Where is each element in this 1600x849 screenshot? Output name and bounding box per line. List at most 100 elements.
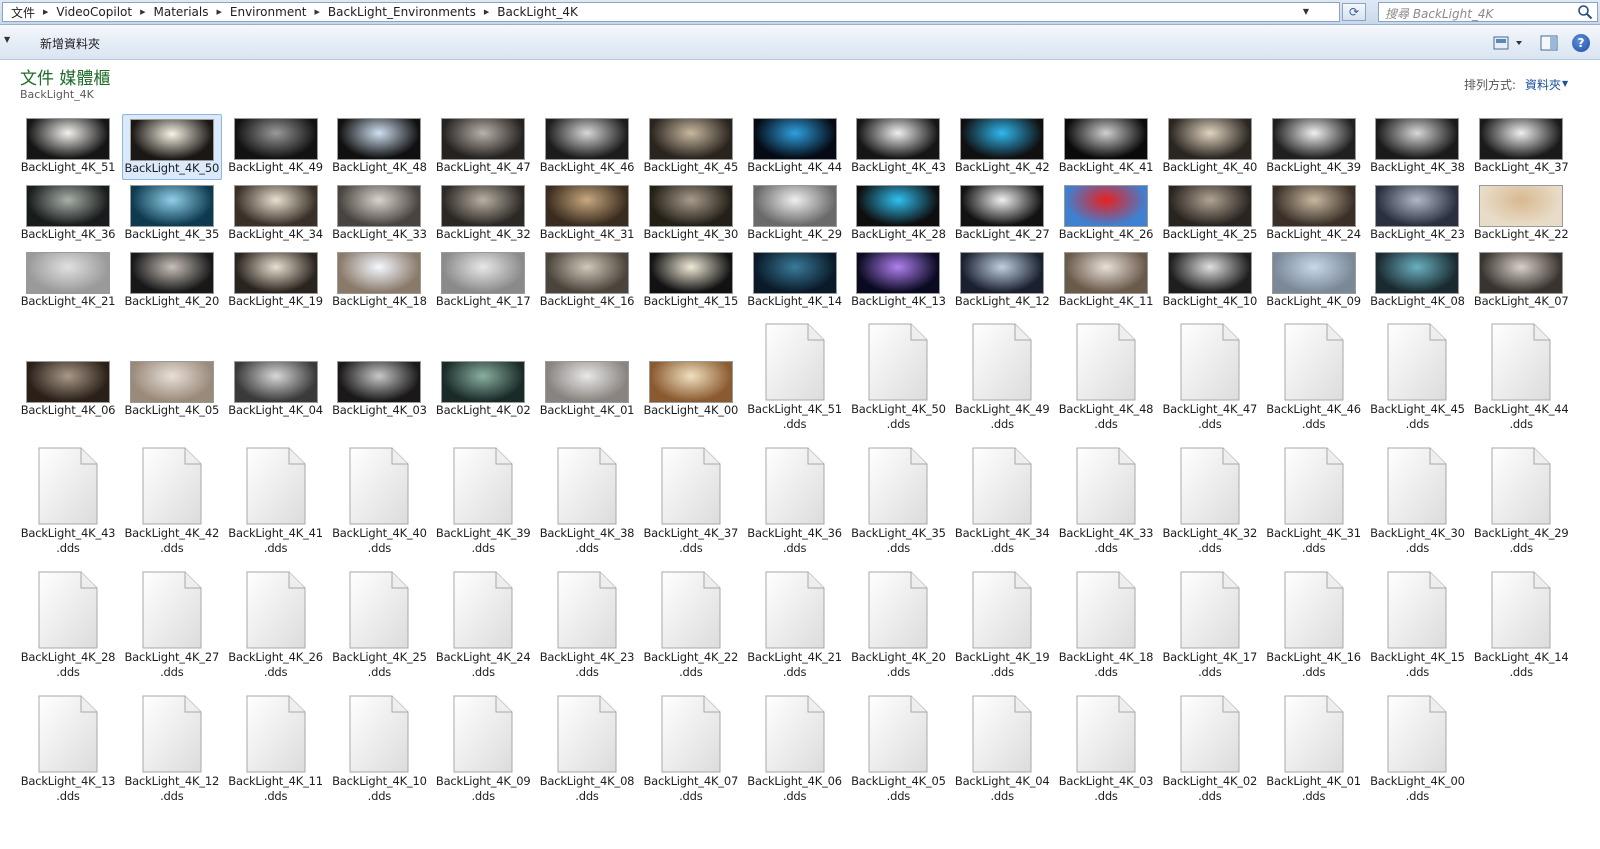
dds-file-item[interactable]: BackLight_4K_10 .dds: [329, 694, 429, 804]
dds-file-item[interactable]: BackLight_4K_17 .dds: [1160, 570, 1260, 680]
dds-file-item[interactable]: BackLight_4K_42 .dds: [122, 446, 222, 556]
image-file-item[interactable]: BackLight_4K_10: [1160, 248, 1260, 314]
image-file-item[interactable]: BackLight_4K_42: [952, 114, 1052, 180]
dds-file-item[interactable]: BackLight_4K_37 .dds: [641, 446, 741, 556]
dds-file-item[interactable]: BackLight_4K_40 .dds: [329, 446, 429, 556]
dds-file-item[interactable]: BackLight_4K_23 .dds: [537, 570, 637, 680]
dds-file-item[interactable]: BackLight_4K_19 .dds: [952, 570, 1052, 680]
image-file-item[interactable]: BackLight_4K_26: [1056, 181, 1156, 247]
chevron-down-icon[interactable]: ▼: [4, 35, 10, 44]
image-file-item[interactable]: BackLight_4K_48: [329, 114, 429, 180]
dds-file-item[interactable]: BackLight_4K_02 .dds: [1160, 694, 1260, 804]
image-file-item[interactable]: BackLight_4K_00: [641, 357, 741, 423]
image-file-item[interactable]: BackLight_4K_41: [1056, 114, 1156, 180]
image-file-item[interactable]: BackLight_4K_16: [537, 248, 637, 314]
image-file-item[interactable]: BackLight_4K_14: [745, 248, 845, 314]
dds-file-item[interactable]: BackLight_4K_51 .dds: [745, 322, 845, 432]
dds-file-item[interactable]: BackLight_4K_39 .dds: [433, 446, 533, 556]
image-file-item[interactable]: BackLight_4K_15: [641, 248, 741, 314]
image-file-item[interactable]: BackLight_4K_05: [122, 357, 222, 423]
image-file-item[interactable]: BackLight_4K_34: [226, 181, 326, 247]
dds-file-item[interactable]: BackLight_4K_06 .dds: [745, 694, 845, 804]
image-file-item[interactable]: BackLight_4K_37: [1471, 114, 1571, 180]
image-file-item[interactable]: BackLight_4K_29: [745, 181, 845, 247]
image-file-item[interactable]: BackLight_4K_02: [433, 357, 533, 423]
image-file-item[interactable]: BackLight_4K_31: [537, 181, 637, 247]
dds-file-item[interactable]: BackLight_4K_12 .dds: [122, 694, 222, 804]
image-file-item[interactable]: BackLight_4K_09: [1264, 248, 1364, 314]
dds-file-item[interactable]: BackLight_4K_31 .dds: [1264, 446, 1364, 556]
dds-file-item[interactable]: BackLight_4K_13 .dds: [18, 694, 118, 804]
dds-file-item[interactable]: BackLight_4K_22 .dds: [641, 570, 741, 680]
dds-file-item[interactable]: BackLight_4K_15 .dds: [1367, 570, 1467, 680]
image-file-item[interactable]: BackLight_4K_32: [433, 181, 533, 247]
image-file-item[interactable]: BackLight_4K_23: [1367, 181, 1467, 247]
image-file-item[interactable]: BackLight_4K_43: [848, 114, 948, 180]
dds-file-item[interactable]: BackLight_4K_08 .dds: [537, 694, 637, 804]
image-file-item[interactable]: BackLight_4K_47: [433, 114, 533, 180]
image-file-item[interactable]: BackLight_4K_46: [537, 114, 637, 180]
dds-file-item[interactable]: BackLight_4K_05 .dds: [848, 694, 948, 804]
dds-file-item[interactable]: BackLight_4K_29 .dds: [1471, 446, 1571, 556]
image-file-item[interactable]: BackLight_4K_35: [122, 181, 222, 247]
dds-file-item[interactable]: BackLight_4K_50 .dds: [848, 322, 948, 432]
image-file-item[interactable]: BackLight_4K_13: [848, 248, 948, 314]
dds-file-item[interactable]: BackLight_4K_35 .dds: [848, 446, 948, 556]
dds-file-item[interactable]: BackLight_4K_47 .dds: [1160, 322, 1260, 432]
image-file-item[interactable]: BackLight_4K_27: [952, 181, 1052, 247]
dds-file-item[interactable]: BackLight_4K_24 .dds: [433, 570, 533, 680]
dds-file-item[interactable]: BackLight_4K_20 .dds: [848, 570, 948, 680]
dds-file-item[interactable]: BackLight_4K_09 .dds: [433, 694, 533, 804]
dds-file-item[interactable]: BackLight_4K_28 .dds: [18, 570, 118, 680]
image-file-item[interactable]: BackLight_4K_17: [433, 248, 533, 314]
image-file-item[interactable]: BackLight_4K_49: [226, 114, 326, 180]
image-file-item[interactable]: BackLight_4K_19: [226, 248, 326, 314]
dds-file-item[interactable]: BackLight_4K_26 .dds: [226, 570, 326, 680]
image-file-item[interactable]: BackLight_4K_39: [1264, 114, 1364, 180]
image-file-item[interactable]: BackLight_4K_40: [1160, 114, 1260, 180]
image-file-item[interactable]: BackLight_4K_20: [122, 248, 222, 314]
image-file-item[interactable]: BackLight_4K_38: [1367, 114, 1467, 180]
image-file-item[interactable]: BackLight_4K_22: [1471, 181, 1571, 247]
dds-file-item[interactable]: BackLight_4K_16 .dds: [1264, 570, 1364, 680]
dds-file-item[interactable]: BackLight_4K_04 .dds: [952, 694, 1052, 804]
image-file-item[interactable]: BackLight_4K_08: [1367, 248, 1467, 314]
dds-file-item[interactable]: BackLight_4K_49 .dds: [952, 322, 1052, 432]
dds-file-item[interactable]: BackLight_4K_14 .dds: [1471, 570, 1571, 680]
image-file-item[interactable]: BackLight_4K_12: [952, 248, 1052, 314]
image-file-item[interactable]: BackLight_4K_01: [537, 357, 637, 423]
dds-file-item[interactable]: BackLight_4K_07 .dds: [641, 694, 741, 804]
image-file-item[interactable]: BackLight_4K_24: [1264, 181, 1364, 247]
image-file-item[interactable]: BackLight_4K_33: [329, 181, 429, 247]
image-file-item[interactable]: BackLight_4K_11: [1056, 248, 1156, 314]
dds-file-item[interactable]: BackLight_4K_41 .dds: [226, 446, 326, 556]
image-file-item[interactable]: BackLight_4K_03: [329, 357, 429, 423]
dds-file-item[interactable]: BackLight_4K_00 .dds: [1367, 694, 1467, 804]
image-file-item[interactable]: BackLight_4K_04: [226, 357, 326, 423]
dds-file-item[interactable]: BackLight_4K_38 .dds: [537, 446, 637, 556]
image-file-item[interactable]: BackLight_4K_18: [329, 248, 429, 314]
dds-file-item[interactable]: BackLight_4K_30 .dds: [1367, 446, 1467, 556]
dds-file-item[interactable]: BackLight_4K_18 .dds: [1056, 570, 1156, 680]
dds-file-item[interactable]: BackLight_4K_25 .dds: [329, 570, 429, 680]
image-file-item[interactable]: BackLight_4K_36: [18, 181, 118, 247]
dds-file-item[interactable]: BackLight_4K_21 .dds: [745, 570, 845, 680]
dds-file-item[interactable]: BackLight_4K_34 .dds: [952, 446, 1052, 556]
dds-file-item[interactable]: BackLight_4K_48 .dds: [1056, 322, 1156, 432]
dds-file-item[interactable]: BackLight_4K_36 .dds: [745, 446, 845, 556]
dds-file-item[interactable]: BackLight_4K_03 .dds: [1056, 694, 1156, 804]
image-file-item[interactable]: BackLight_4K_45: [641, 114, 741, 180]
image-file-item[interactable]: BackLight_4K_50: [121, 114, 222, 180]
image-file-item[interactable]: BackLight_4K_25: [1160, 181, 1260, 247]
dds-file-item[interactable]: BackLight_4K_27 .dds: [122, 570, 222, 680]
dds-file-item[interactable]: BackLight_4K_44 .dds: [1471, 322, 1571, 432]
dds-file-item[interactable]: BackLight_4K_01 .dds: [1264, 694, 1364, 804]
dds-file-item[interactable]: BackLight_4K_33 .dds: [1056, 446, 1156, 556]
dds-file-item[interactable]: BackLight_4K_32 .dds: [1160, 446, 1260, 556]
image-file-item[interactable]: BackLight_4K_44: [745, 114, 845, 180]
image-file-item[interactable]: BackLight_4K_30: [641, 181, 741, 247]
image-file-item[interactable]: BackLight_4K_06: [18, 357, 118, 423]
dds-file-item[interactable]: BackLight_4K_45 .dds: [1367, 322, 1467, 432]
image-file-item[interactable]: BackLight_4K_28: [848, 181, 948, 247]
dds-file-item[interactable]: BackLight_4K_43 .dds: [18, 446, 118, 556]
